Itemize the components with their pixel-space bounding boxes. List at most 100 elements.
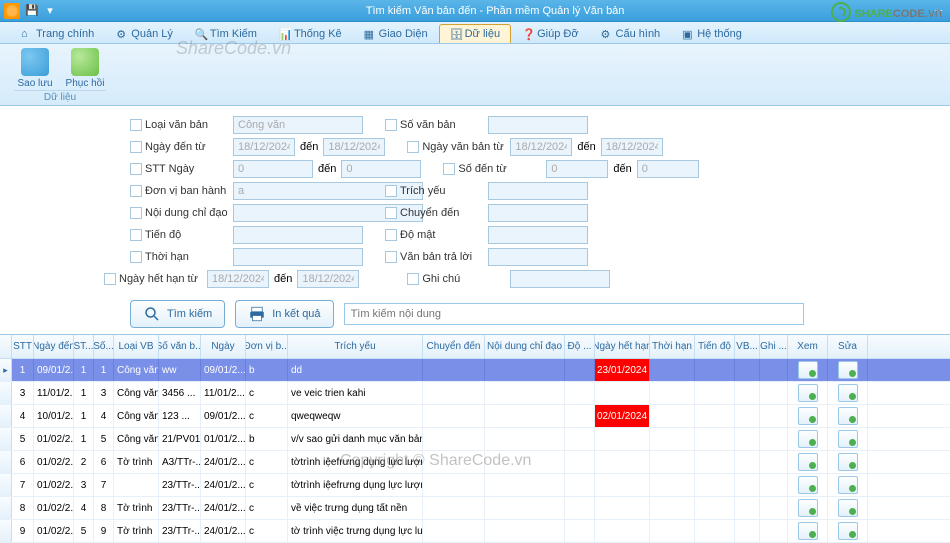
field-input[interactable] (510, 270, 610, 288)
field-input[interactable] (488, 182, 588, 200)
table-row[interactable]: 4 10/01/2... 1 4 Công văn 123 ... 09/01/… (0, 405, 950, 428)
checkbox[interactable] (407, 141, 419, 153)
checkbox[interactable] (385, 207, 397, 219)
edit-button[interactable] (838, 476, 858, 494)
tab-db[interactable]: 🗄Dữ liệu (439, 24, 512, 43)
field-input[interactable] (488, 116, 588, 134)
backup-button[interactable]: Sao lưu (14, 46, 56, 90)
field-input[interactable] (233, 116, 363, 134)
view-button[interactable] (798, 384, 818, 402)
col-header[interactable]: Ngày đến (34, 335, 74, 358)
window-title: Tìm kiếm Văn bản đến - Phần mềm Quản lý … (64, 5, 926, 17)
table-row[interactable]: ▸ 1 09/01/2... 1 1 Công văn ww 09/01/2..… (0, 359, 950, 382)
col-header[interactable]: Xem (788, 335, 828, 358)
col-header[interactable]: Ngày hết hạn (595, 335, 650, 358)
col-header[interactable]: Loại VB (114, 335, 159, 358)
field-input[interactable] (233, 160, 313, 178)
checkbox[interactable] (130, 251, 142, 263)
edit-button[interactable] (838, 384, 858, 402)
content-search-input[interactable] (344, 303, 804, 325)
col-header[interactable]: Nội dung chỉ đạo (485, 335, 565, 358)
col-header[interactable]: Ghi ... (760, 335, 788, 358)
view-button[interactable] (798, 407, 818, 425)
col-header[interactable]: Tiến độ (695, 335, 735, 358)
col-header[interactable]: Trích yếu (288, 335, 423, 358)
tab-home[interactable]: ⌂Trang chính (10, 24, 105, 43)
view-button[interactable] (798, 499, 818, 517)
table-row[interactable]: 3 11/01/2... 1 3 Công văn 3456 ... 11/01… (0, 382, 950, 405)
cell-note (760, 474, 788, 496)
field-input[interactable] (207, 270, 269, 288)
checkbox[interactable] (385, 185, 397, 197)
checkbox[interactable] (130, 163, 142, 175)
search-button[interactable]: Tìm kiếm (130, 300, 225, 328)
checkbox[interactable] (130, 229, 142, 241)
field-input[interactable] (233, 138, 295, 156)
view-button[interactable] (798, 430, 818, 448)
tab-layout[interactable]: ▦Giao Diện (353, 24, 439, 43)
tab-help[interactable]: ❓Giúp Đỡ (511, 24, 589, 43)
field-input[interactable] (233, 248, 363, 266)
col-header[interactable]: STT (12, 335, 34, 358)
col-header[interactable]: Chuyển đến (423, 335, 485, 358)
col-header[interactable]: Độ ... (565, 335, 595, 358)
col-header[interactable]: Số... (94, 335, 114, 358)
edit-button[interactable] (838, 453, 858, 471)
table-row[interactable]: 7 01/02/2... 3 7 23/TTr-... 24/01/2... c… (0, 474, 950, 497)
table-row[interactable]: 9 01/02/2... 5 9 Tờ trình 23/TTr-... 24/… (0, 520, 950, 543)
checkbox[interactable] (385, 119, 397, 131)
field-input-to[interactable] (637, 160, 699, 178)
col-header[interactable]: ST... (74, 335, 94, 358)
checkbox[interactable] (130, 207, 142, 219)
tab-gear[interactable]: ⚙Quản Lý (105, 24, 184, 43)
col-header[interactable]: VB... (735, 335, 760, 358)
table-row[interactable]: 6 01/02/2... 2 6 Tờ trình A3/TTr-... 24/… (0, 451, 950, 474)
field-input[interactable] (510, 138, 572, 156)
field-input[interactable] (488, 204, 588, 222)
cell-secret (565, 451, 595, 473)
tab-search[interactable]: 🔍Tìm Kiếm (184, 24, 268, 43)
checkbox[interactable] (443, 163, 455, 175)
field-input[interactable] (546, 160, 608, 178)
field-input-to[interactable] (341, 160, 421, 178)
view-button[interactable] (798, 522, 818, 540)
cell-note (760, 451, 788, 473)
edit-button[interactable] (838, 361, 858, 379)
col-header[interactable]: Ngày (201, 335, 246, 358)
checkbox[interactable] (385, 251, 397, 263)
view-button[interactable] (798, 361, 818, 379)
edit-button[interactable] (838, 499, 858, 517)
table-row[interactable]: 8 01/02/2... 4 8 Tờ trình 23/TTr-... 24/… (0, 497, 950, 520)
view-button[interactable] (798, 453, 818, 471)
field-input-to[interactable] (323, 138, 385, 156)
field-input-to[interactable] (601, 138, 663, 156)
checkbox[interactable] (130, 185, 142, 197)
edit-button[interactable] (838, 522, 858, 540)
checkbox[interactable] (130, 119, 142, 131)
col-header[interactable]: Sửa (828, 335, 868, 358)
tab-chart[interactable]: 📊Thống Kê (268, 24, 353, 43)
tab-cog[interactable]: ⚙Cấu hình (590, 24, 672, 43)
qat-dropdown-icon[interactable]: ▾ (42, 3, 58, 19)
table-row[interactable]: 5 01/02/2... 1 5 Công văn 21/PV01-... 01… (0, 428, 950, 451)
col-header[interactable]: Thời hạn (650, 335, 695, 358)
col-header[interactable]: Số văn b... (159, 335, 201, 358)
checkbox[interactable] (130, 141, 142, 153)
field-input[interactable] (488, 226, 588, 244)
print-button[interactable]: In kết quả (235, 300, 333, 328)
tab-sys[interactable]: ▣Hệ thống (671, 24, 753, 43)
edit-button[interactable] (838, 407, 858, 425)
col-header[interactable]: Đơn vị b... (246, 335, 288, 358)
field-input[interactable] (488, 248, 588, 266)
edit-button[interactable] (838, 430, 858, 448)
restore-button[interactable]: Phục hồi (64, 46, 106, 90)
qat-save-icon[interactable]: 💾 (24, 3, 40, 19)
cell-view (788, 405, 828, 427)
checkbox[interactable] (104, 273, 116, 285)
checkbox[interactable] (385, 229, 397, 241)
cell-view (788, 428, 828, 450)
view-button[interactable] (798, 476, 818, 494)
field-input-to[interactable] (297, 270, 359, 288)
field-input[interactable] (233, 226, 363, 244)
checkbox[interactable] (407, 273, 419, 285)
